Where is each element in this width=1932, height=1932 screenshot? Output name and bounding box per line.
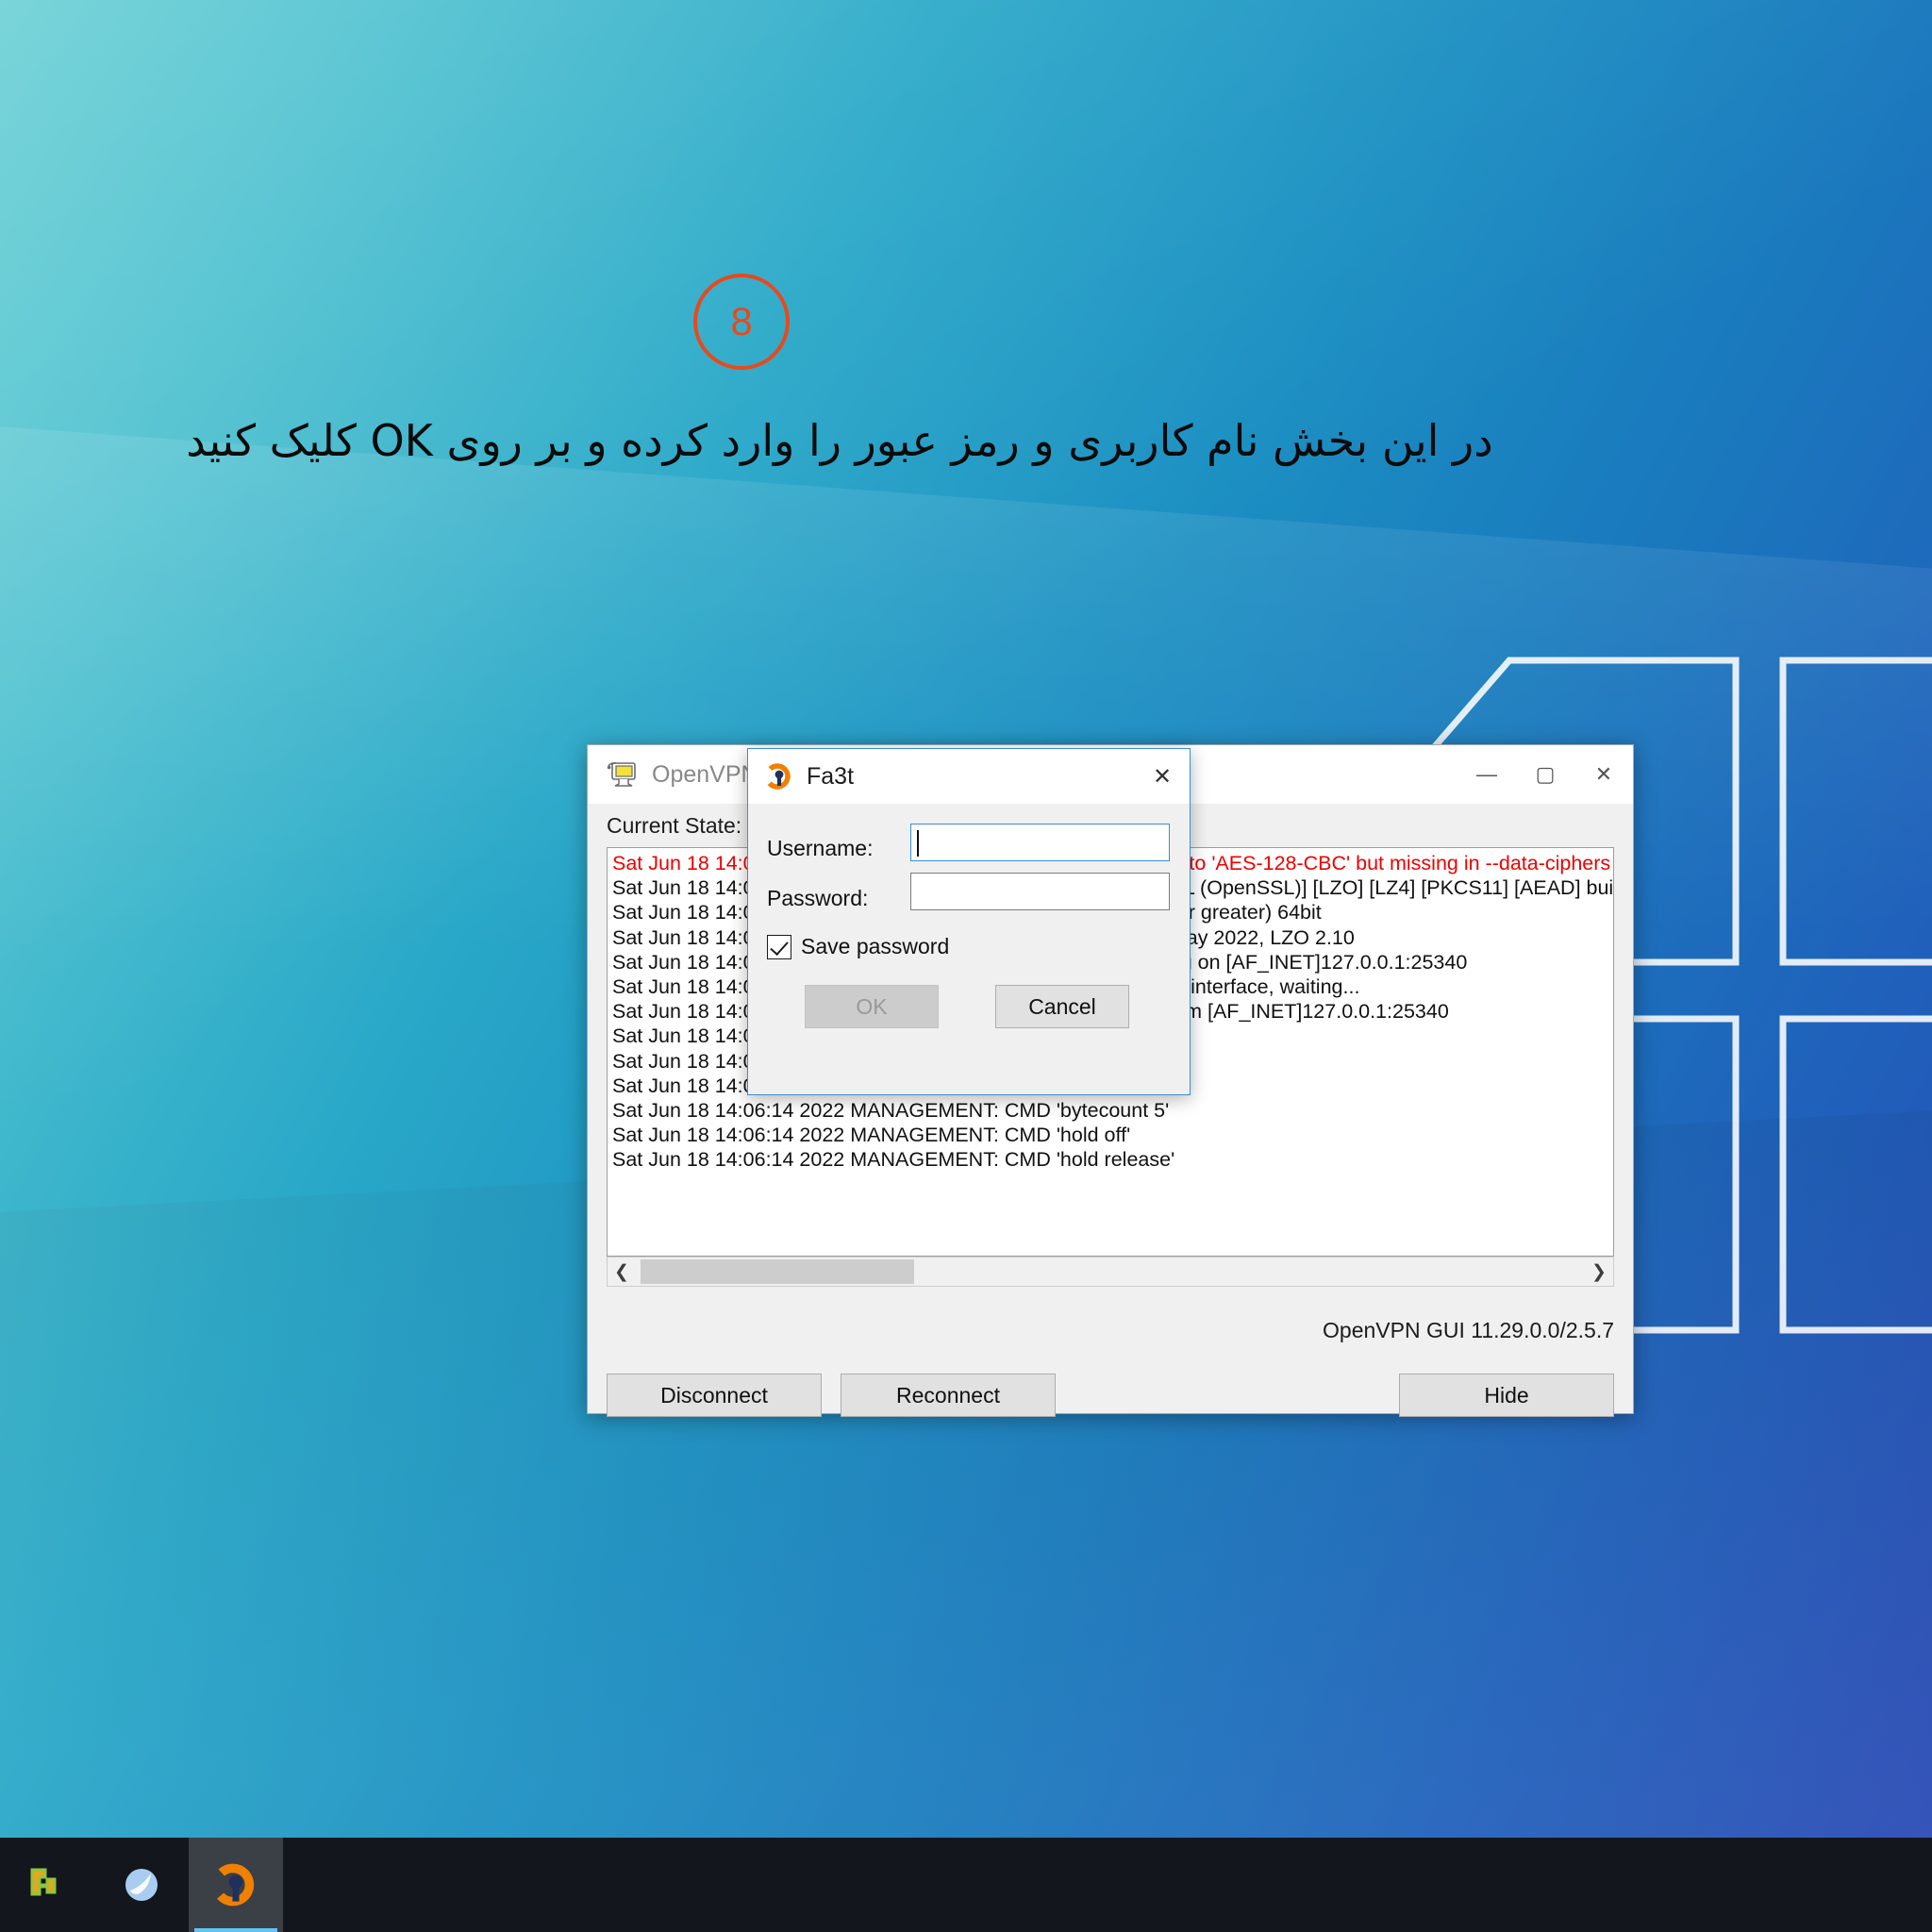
text-caret (917, 830, 919, 857)
credentials-dialog-body: Username: Password: Save password OK Can… (748, 804, 1190, 1094)
desktop-wallpaper: 8 در این بخش نام کاربری و رمز عبور را وا… (0, 0, 1932, 1932)
ok-button[interactable]: OK (805, 985, 939, 1028)
taskbar-item-blue-moon[interactable] (94, 1838, 189, 1932)
log-line: Sat Jun 18 14:06:14 2022 MANAGEMENT: CMD… (612, 1148, 1175, 1172)
blue-moon-icon (125, 1869, 158, 1901)
openvpn-icon (213, 1863, 255, 1907)
close-icon[interactable]: ✕ (1135, 749, 1190, 804)
close-icon[interactable]: ✕ (1574, 745, 1633, 804)
taskbar-item-openvpn[interactable] (189, 1838, 283, 1932)
green-app-icon (30, 1868, 57, 1896)
openvpn-window-title: OpenVPN (652, 760, 758, 788)
credentials-dialog: Fa3t ✕ Username: Password: Save password… (747, 748, 1191, 1095)
scrollbar-track[interactable] (636, 1257, 1585, 1286)
taskbar (0, 1838, 1932, 1932)
log-horizontal-scrollbar[interactable]: ❮ ❯ (607, 1257, 1614, 1287)
scroll-right-icon[interactable]: ❯ (1585, 1257, 1613, 1286)
window-controls: — ▢ ✕ (1457, 745, 1633, 804)
maximize-icon[interactable]: ▢ (1516, 745, 1574, 804)
credentials-dialog-title: Fa3t (807, 762, 855, 790)
openvpn-version-text: OpenVPN GUI 11.29.0.0/2.5.7 (1323, 1318, 1614, 1342)
openvpn-gui-monitor-icon (607, 762, 636, 787)
save-password-label: Save password (801, 934, 950, 958)
log-line: Sat Jun 18 14:06:14 2022 MANAGEMENT: CMD… (612, 1124, 1131, 1147)
disconnect-button[interactable]: Disconnect (607, 1374, 822, 1417)
step-number-badge: 8 (693, 274, 790, 370)
step-number-text: 8 (730, 299, 753, 343)
instruction-text: در این بخش نام کاربری و رمز عبور را وارد… (186, 415, 1493, 466)
openvpn-shield-icon (765, 763, 791, 790)
minimize-icon[interactable]: — (1457, 745, 1516, 804)
save-password-checkbox[interactable] (767, 934, 791, 959)
log-line: Sat Jun 18 14:06:14 2022 MANAGEMENT: CMD… (612, 1099, 1170, 1123)
reconnect-button[interactable]: Reconnect (841, 1374, 1056, 1417)
taskbar-item-green-app[interactable] (0, 1838, 94, 1932)
scrollbar-thumb[interactable] (641, 1259, 914, 1284)
cancel-button[interactable]: Cancel (995, 985, 1129, 1028)
username-input[interactable] (910, 824, 1170, 861)
hide-button[interactable]: Hide (1399, 1374, 1614, 1417)
scroll-left-icon[interactable]: ❮ (608, 1257, 636, 1286)
save-password-row[interactable]: Save password (767, 934, 949, 959)
current-state-label: Current State: (607, 812, 742, 838)
password-input[interactable] (910, 873, 1170, 910)
username-label: Username: (767, 836, 874, 860)
credentials-dialog-titlebar[interactable]: Fa3t ✕ (748, 749, 1190, 804)
password-label: Password: (767, 886, 869, 910)
